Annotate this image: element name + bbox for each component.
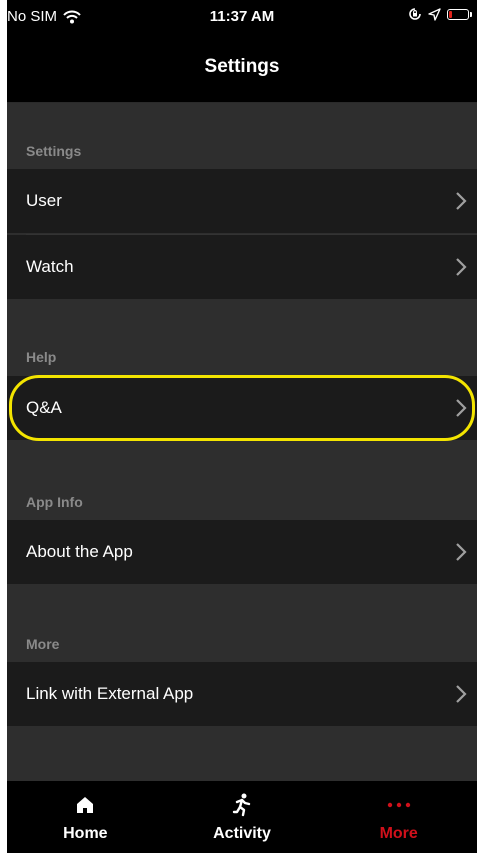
status-right	[408, 7, 472, 21]
row-label: Link with External App	[26, 684, 194, 703]
status-bar: No SIM 11:37 AM	[7, 0, 477, 34]
row-label: About the App	[26, 542, 133, 561]
settings-screen: No SIM 11:37 AM Settings Settings User W…	[7, 0, 477, 853]
app-info-row-about[interactable]: About the App	[7, 520, 477, 584]
chevron-right-icon	[456, 258, 467, 276]
more-row-link-external-app[interactable]: Link with External App	[7, 662, 477, 726]
battery-low-icon	[447, 8, 472, 20]
chevron-right-icon	[456, 685, 467, 703]
chevron-right-icon	[456, 192, 467, 210]
tab-more[interactable]: More	[320, 781, 477, 853]
page-title: Settings	[204, 56, 280, 77]
settings-row-user[interactable]: User	[7, 169, 477, 233]
tab-activity[interactable]: Activity	[164, 781, 321, 853]
running-person-icon	[232, 793, 251, 817]
status-time: 11:37 AM	[209, 8, 275, 25]
home-icon	[77, 797, 94, 813]
tab-label: Home	[63, 825, 108, 842]
row-label: User	[26, 191, 62, 210]
row-label: Q&A	[26, 398, 62, 417]
section-header-app-info: App Info	[26, 494, 83, 510]
tab-home[interactable]: Home	[7, 781, 164, 853]
section-header-help: Help	[26, 349, 57, 365]
tab-label: More	[379, 825, 418, 842]
chevron-right-icon	[456, 543, 467, 561]
tab-label: Activity	[213, 825, 271, 842]
location-icon	[428, 7, 441, 21]
more-dots-icon	[387, 802, 410, 808]
section-header-settings: Settings	[26, 143, 82, 159]
row-label: Watch	[26, 257, 74, 276]
settings-row-watch[interactable]: Watch	[7, 235, 477, 299]
chevron-right-icon	[456, 399, 467, 417]
navigation-bar: Settings	[7, 34, 477, 103]
section-header-more: More	[26, 636, 60, 652]
orientation-lock-icon	[409, 8, 421, 20]
help-row-qa[interactable]: Q&A	[7, 376, 477, 440]
tab-bar: Home Activity More	[7, 781, 477, 853]
